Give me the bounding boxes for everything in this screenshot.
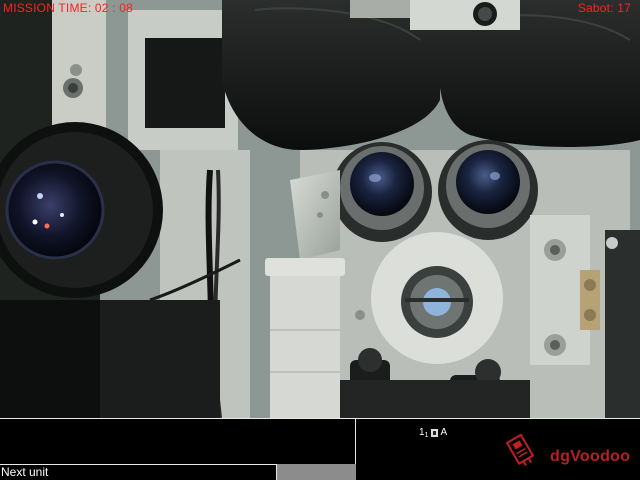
dgvoodoo-watermark: dgVoodoo bbox=[550, 448, 631, 465]
mission-time-readout: MISSION TIME: 02 : 08 bbox=[3, 1, 134, 15]
unit-letter: A bbox=[440, 427, 448, 438]
dgvoodoo-logo-icon bbox=[506, 433, 535, 466]
unit-sub-number: 1 bbox=[424, 432, 429, 439]
unit-flag-icon bbox=[431, 428, 439, 437]
command-field-end bbox=[277, 464, 356, 480]
unit-indicator[interactable]: 1 1 A bbox=[419, 427, 448, 439]
ammo-counter: Sabot: 17 bbox=[577, 1, 631, 15]
command-field[interactable]: Next unit bbox=[0, 464, 277, 480]
command-text: Next unit bbox=[1, 465, 49, 479]
gunner-sight-view bbox=[0, 0, 640, 418]
